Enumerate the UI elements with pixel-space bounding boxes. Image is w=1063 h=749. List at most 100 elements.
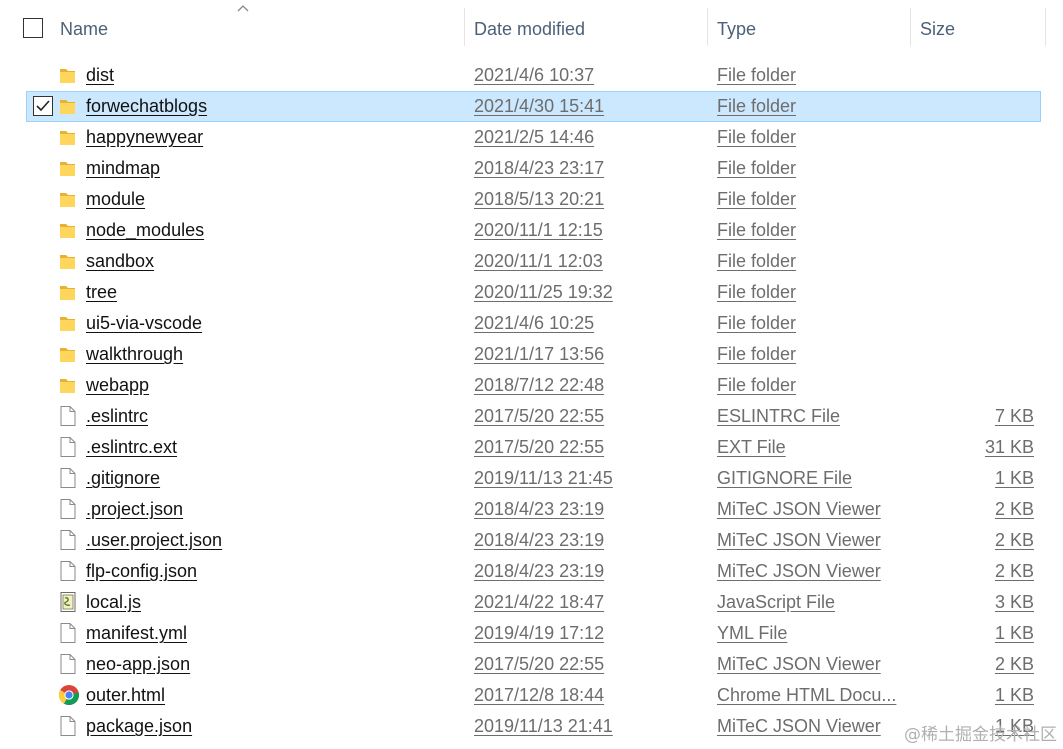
file-name[interactable]: ui5-via-vscode	[86, 308, 202, 339]
column-header-bar: Name Date modified Type Size	[0, 0, 1063, 58]
file-size: 2 KB	[994, 654, 1034, 674]
file-date-modified: 2018/4/23 23:19	[474, 499, 605, 519]
file-date-modified: 2021/4/22 18:47	[474, 592, 605, 612]
file-name[interactable]: walkthrough	[86, 339, 183, 370]
file-name[interactable]: .eslintrc.ext	[86, 432, 177, 463]
file-row[interactable]: .user.project.json 2018/4/23 23:19 MiTeC J…	[0, 525, 1063, 556]
file-date-modified: 2017/5/20 22:55	[474, 654, 605, 674]
file-icon	[58, 653, 78, 675]
file-name[interactable]: forwechatblogs	[86, 91, 207, 122]
file-type: MiTeC JSON Viewer	[717, 716, 881, 736]
file-date-modified: 2018/4/23 23:19	[474, 561, 605, 581]
file-name[interactable]: .project.json	[86, 494, 183, 525]
file-type: MiTeC JSON Viewer	[717, 530, 881, 550]
file-name[interactable]: flp-config.json	[86, 556, 197, 587]
file-name[interactable]: module	[86, 184, 145, 215]
file-name[interactable]: .user.project.json	[86, 525, 222, 556]
file-name[interactable]: tree	[86, 277, 117, 308]
file-size: 1 KB	[994, 685, 1034, 705]
file-type: File folder	[717, 127, 797, 147]
file-row[interactable]: webapp 2018/7/12 22:48 File folder	[0, 370, 1063, 401]
file-type: MiTeC JSON Viewer	[717, 654, 881, 674]
file-row[interactable]: node_modules 2020/11/1 12:15 File folder	[0, 215, 1063, 246]
file-name[interactable]: manifest.yml	[86, 618, 187, 649]
file-row[interactable]: .eslintrc.ext 2017/5/20 22:55 EXT File 31 K…	[0, 432, 1063, 463]
file-type: GITIGNORE File	[717, 468, 853, 488]
file-row[interactable]: happynewyear 2021/2/5 14:46 File folder	[0, 122, 1063, 153]
file-size: 3 KB	[994, 592, 1034, 612]
file-date-modified: 2021/4/6 10:25	[474, 313, 595, 333]
file-row[interactable]: tree 2020/11/25 19:32 File folder	[0, 277, 1063, 308]
file-icon	[58, 529, 78, 551]
file-name[interactable]: webapp	[86, 370, 149, 401]
file-row[interactable]: walkthrough 2021/1/17 13:56 File folder	[0, 339, 1063, 370]
file-date-modified: 2021/4/6 10:37	[474, 65, 595, 85]
script-file-icon	[58, 591, 78, 613]
file-row[interactable]: .eslintrc 2017/5/20 22:55 ESLINTRC File 7 K…	[0, 401, 1063, 432]
file-name[interactable]: package.json	[86, 711, 192, 742]
file-name[interactable]: .gitignore	[86, 463, 160, 494]
sort-ascending-icon[interactable]	[237, 4, 249, 12]
folder-icon	[58, 219, 78, 241]
file-type: File folder	[717, 375, 797, 395]
file-row[interactable]: neo-app.json 2017/5/20 22:55 MiTeC JSON Vi…	[0, 649, 1063, 680]
file-date-modified: 2017/12/8 18:44	[474, 685, 605, 705]
file-name[interactable]: .eslintrc	[86, 401, 148, 432]
file-row[interactable]: forwechatblogs 2021/4/30 15:41 File folder	[0, 91, 1063, 122]
file-date-modified: 2019/11/13 21:45	[474, 468, 613, 488]
file-icon	[58, 436, 78, 458]
column-header-name[interactable]: Name	[60, 0, 108, 58]
file-date-modified: 2021/2/5 14:46	[474, 127, 595, 147]
file-name[interactable]: mindmap	[86, 153, 160, 184]
file-type: File folder	[717, 220, 797, 240]
file-type: JavaScript File	[717, 592, 836, 612]
file-row[interactable]: module 2018/5/13 20:21 File folder	[0, 184, 1063, 215]
file-icon	[58, 715, 78, 737]
folder-icon	[58, 312, 78, 334]
file-row[interactable]: outer.html 2017/12/8 18:44 Chrome HTML Doc…	[0, 680, 1063, 711]
file-row[interactable]: mindmap 2018/4/23 23:17 File folder	[0, 153, 1063, 184]
folder-icon	[58, 126, 78, 148]
file-date-modified: 2017/5/20 22:55	[474, 437, 605, 457]
file-name[interactable]: neo-app.json	[86, 649, 190, 680]
file-name[interactable]: sandbox	[86, 246, 154, 277]
folder-icon	[58, 188, 78, 210]
file-icon	[58, 498, 78, 520]
file-type: EXT File	[717, 437, 786, 457]
file-name[interactable]: node_modules	[86, 215, 204, 246]
column-divider[interactable]	[1045, 8, 1046, 46]
file-row[interactable]: manifest.yml 2019/4/19 17:12 YML File 1 KB	[0, 618, 1063, 649]
file-row[interactable]: .gitignore 2019/11/13 21:45 GITIGNORE File…	[0, 463, 1063, 494]
file-icon	[58, 405, 78, 427]
file-name[interactable]: outer.html	[86, 680, 165, 711]
file-type: File folder	[717, 158, 797, 178]
column-header-date-modified[interactable]: Date modified	[474, 0, 585, 58]
column-header-size[interactable]: Size	[920, 0, 955, 58]
folder-icon	[58, 281, 78, 303]
file-row[interactable]: ui5-via-vscode 2021/4/6 10:25 File folder	[0, 308, 1063, 339]
file-icon	[58, 622, 78, 644]
column-divider[interactable]	[707, 8, 708, 46]
file-date-modified: 2018/7/12 22:48	[474, 375, 605, 395]
select-all-checkbox[interactable]	[23, 18, 43, 38]
file-date-modified: 2020/11/1 12:15	[474, 220, 603, 240]
file-name[interactable]: happynewyear	[86, 122, 203, 153]
file-icon	[58, 467, 78, 489]
file-row[interactable]: local.js 2021/4/22 18:47 JavaScript File 3 …	[0, 587, 1063, 618]
file-name[interactable]: local.js	[86, 587, 141, 618]
file-type: MiTeC JSON Viewer	[717, 561, 881, 581]
file-date-modified: 2019/11/13 21:41	[474, 716, 613, 736]
column-divider[interactable]	[464, 8, 465, 46]
file-name[interactable]: dist	[86, 60, 114, 91]
column-header-type[interactable]: Type	[717, 0, 756, 58]
folder-icon	[58, 64, 78, 86]
file-date-modified: 2018/5/13 20:21	[474, 189, 605, 209]
file-row[interactable]: sandbox 2020/11/1 12:03 File folder	[0, 246, 1063, 277]
file-row[interactable]: flp-config.json 2018/4/23 23:19 MiTeC JSON…	[0, 556, 1063, 587]
file-row[interactable]: dist 2021/4/6 10:37 File folder	[0, 60, 1063, 91]
file-date-modified: 2021/4/30 15:41	[474, 96, 605, 116]
row-checkbox[interactable]	[33, 96, 53, 116]
file-row[interactable]: .project.json 2018/4/23 23:19 MiTeC JSON V…	[0, 494, 1063, 525]
column-divider[interactable]	[910, 8, 911, 46]
file-date-modified: 2020/11/1 12:03	[474, 251, 603, 271]
